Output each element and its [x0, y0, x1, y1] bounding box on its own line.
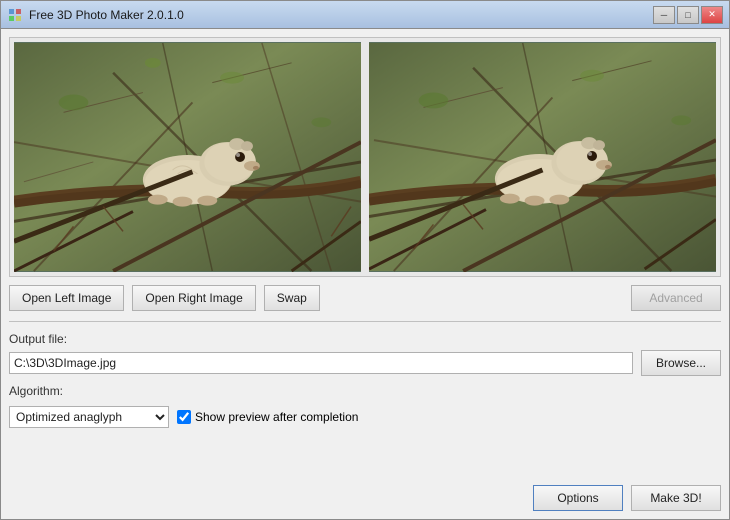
swap-button[interactable]: Swap — [264, 285, 320, 311]
algorithm-section: Algorithm: — [9, 384, 721, 398]
left-image-panel — [14, 42, 361, 272]
image-container — [9, 37, 721, 277]
bottom-buttons-row: Options Make 3D! — [9, 481, 721, 511]
advanced-button[interactable]: Advanced — [631, 285, 721, 311]
preview-checkbox-row: Show preview after completion — [177, 410, 358, 424]
window-title: Free 3D Photo Maker 2.0.1.0 — [29, 8, 653, 22]
action-buttons-row: Open Left Image Open Right Image Swap Ad… — [9, 285, 721, 311]
algorithm-controls-row: Optimized anaglyph True anaglyph Gray an… — [9, 406, 721, 428]
right-image-panel — [369, 42, 716, 272]
algorithm-label: Algorithm: — [9, 384, 63, 398]
make3d-button[interactable]: Make 3D! — [631, 485, 721, 511]
options-button[interactable]: Options — [533, 485, 623, 511]
divider-1 — [9, 321, 721, 322]
close-button[interactable]: ✕ — [701, 6, 723, 24]
output-section: Output file: Browse... — [9, 332, 721, 376]
output-label: Output file: — [9, 332, 721, 346]
output-row: Browse... — [9, 350, 721, 376]
preview-label: Show preview after completion — [195, 410, 358, 424]
title-bar: Free 3D Photo Maker 2.0.1.0 ─ □ ✕ — [1, 1, 729, 29]
app-icon — [7, 7, 23, 23]
browse-button[interactable]: Browse... — [641, 350, 721, 376]
open-right-button[interactable]: Open Right Image — [132, 285, 255, 311]
minimize-button[interactable]: ─ — [653, 6, 675, 24]
algorithm-select[interactable]: Optimized anaglyph True anaglyph Gray an… — [9, 406, 169, 428]
maximize-button[interactable]: □ — [677, 6, 699, 24]
output-path-input[interactable] — [9, 352, 633, 374]
main-window: Free 3D Photo Maker 2.0.1.0 ─ □ ✕ — [0, 0, 730, 520]
window-controls: ─ □ ✕ — [653, 6, 723, 24]
open-left-button[interactable]: Open Left Image — [9, 285, 124, 311]
preview-checkbox[interactable] — [177, 410, 191, 424]
content-area: Open Left Image Open Right Image Swap Ad… — [1, 29, 729, 519]
